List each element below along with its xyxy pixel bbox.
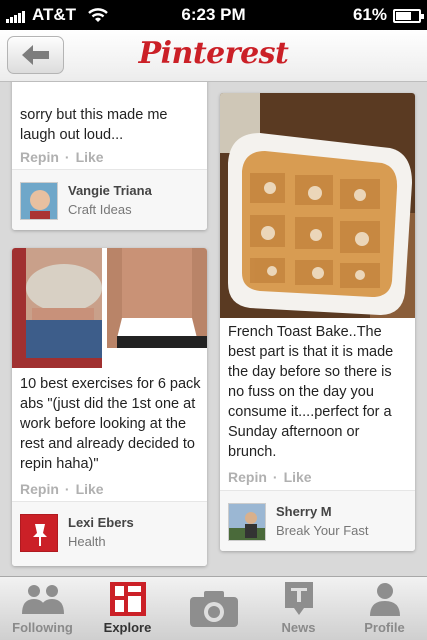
pinterest-logo: Pinterest [138,36,289,71]
separator: · [64,149,70,165]
pin-image[interactable] [12,248,207,368]
people-icon [21,585,64,614]
tab-explore[interactable]: Explore [85,577,170,640]
pin-attribution[interactable]: Vangie Triana Craft Ideas [12,170,207,230]
explore-grid-icon [109,582,146,616]
pinner-name[interactable]: Lexi Ebers [68,515,134,530]
pin-attribution[interactable]: Lexi Ebers Health [12,502,207,566]
pin-attribution[interactable]: Sherry M Break Your Fast [220,491,415,551]
repin-button[interactable]: Repin [20,481,59,497]
tab-label: Following [12,620,73,635]
board-name[interactable]: Break Your Fast [276,523,369,538]
pin-image[interactable] [220,93,415,318]
avatar [20,182,58,220]
pinner-name[interactable]: Sherry M [276,504,332,519]
pin-actions: Repin · Like [228,469,312,485]
tab-following[interactable]: Following [0,577,85,640]
pin-card[interactable]: 10 best exercises for 6 pack abs "(just … [12,248,207,566]
pinner-name[interactable]: Vangie Triana [68,183,152,198]
tab-label: News [281,620,316,635]
tab-label: Explore [103,620,152,635]
pin-feed[interactable]: sorry but this made me laugh out loud...… [0,82,427,576]
pin-description: 10 best exercises for 6 pack abs "(just … [20,376,201,472]
pin-card[interactable]: sorry but this made me laugh out loud...… [12,82,207,230]
pin-actions: Repin · Like [20,149,104,165]
like-button[interactable]: Like [76,149,104,165]
avatar [228,503,266,541]
pin-card[interactable]: French Toast Bake..The best part is that… [220,93,415,551]
status-bar: AT&T 6:23 PM 61% [0,0,427,30]
separator: · [272,469,278,485]
tab-profile[interactable]: Profile [342,577,427,640]
tab-camera[interactable] [171,577,256,640]
pushpin-icon [33,524,47,546]
pin-description: French Toast Bake..The best part is that… [228,324,394,460]
board-name[interactable]: Health [68,534,106,549]
camera-icon [189,591,238,627]
repin-button[interactable]: Repin [20,149,59,165]
like-button[interactable]: Like [76,481,104,497]
tab-news[interactable]: News [256,577,341,640]
board-name[interactable]: Craft Ideas [68,202,132,217]
tab-label: Profile [364,620,405,635]
pin-actions: Repin · Like [20,481,104,497]
like-button[interactable]: Like [284,469,312,485]
avatar [20,514,58,552]
pin-description: sorry but this made me laugh out loud... [20,107,168,143]
separator: · [64,481,70,497]
news-icon [284,582,313,615]
profile-icon [369,583,400,616]
repin-button[interactable]: Repin [228,469,267,485]
app-header: Pinterest [0,30,427,82]
battery-icon [393,9,424,23]
battery-percent: 61% [352,5,387,24]
tab-bar: Following Explore News Profile [0,576,427,640]
